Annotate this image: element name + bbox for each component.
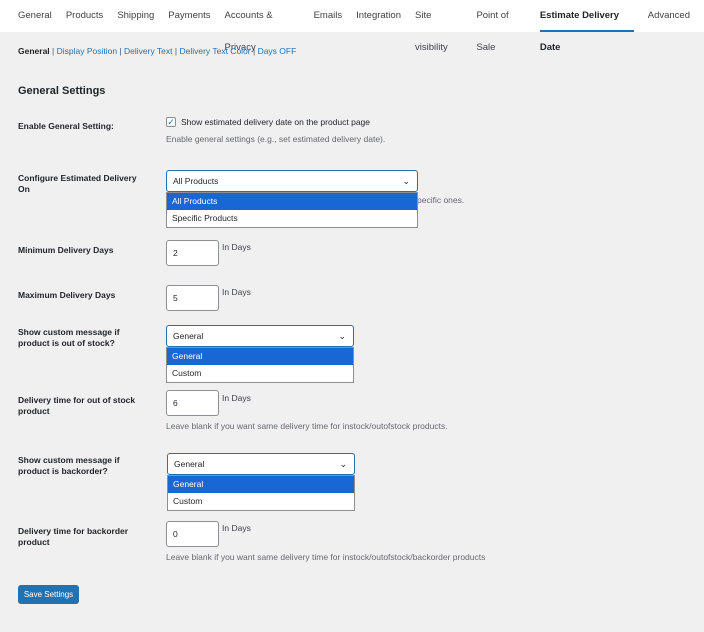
option-general[interactable]: General: [167, 348, 353, 365]
tab-emails[interactable]: Emails: [314, 0, 343, 32]
max-days-label: Maximum Delivery Days: [18, 290, 116, 300]
configure-value: All Products: [173, 176, 219, 186]
option-custom[interactable]: Custom: [168, 493, 354, 510]
min-days-input[interactable]: 2: [166, 240, 219, 266]
oos-time-label: Delivery time for out of stock product: [18, 395, 136, 416]
tab-shipping[interactable]: Shipping: [117, 0, 154, 32]
chevron-down-icon: ⌄: [338, 331, 346, 341]
subnav-delivery-text[interactable]: Delivery Text: [124, 46, 173, 56]
max-days-input[interactable]: 5: [166, 285, 219, 311]
bo-msg-select[interactable]: General ⌄: [167, 453, 355, 475]
bo-time-label: Delivery time for backorder product: [18, 526, 129, 547]
bo-time-unit: In Days: [222, 523, 251, 533]
subnav-display-position[interactable]: Display Position: [57, 46, 117, 56]
tab-site-visibility[interactable]: Site visibility: [415, 0, 462, 53]
option-general[interactable]: General: [168, 476, 354, 493]
sub-navigation: General | Display Position | Delivery Te…: [18, 46, 297, 56]
subnav-delivery-text-color[interactable]: Delivery Text Color: [179, 46, 250, 56]
oos-time-desc: Leave blank if you want same delivery ti…: [166, 421, 448, 431]
enable-checkbox-label: Show estimated delivery date on the prod…: [181, 117, 371, 127]
subnav-general: General: [18, 46, 50, 56]
oos-msg-options: General Custom: [166, 347, 354, 383]
tab-general[interactable]: General: [18, 0, 52, 32]
configure-label: Configure Estimated Delivery On: [18, 173, 137, 194]
save-settings-button[interactable]: Save Settings: [18, 585, 79, 604]
option-specific-products[interactable]: Specific Products: [167, 210, 417, 227]
bo-msg-options: General Custom: [167, 475, 355, 511]
subnav-days-off[interactable]: Days OFF: [258, 46, 297, 56]
enable-label: Enable General Setting:: [18, 121, 114, 131]
oos-time-input[interactable]: 6: [166, 390, 219, 416]
settings-tabs: General Products Shipping Payments Accou…: [0, 0, 704, 53]
option-all-products[interactable]: All Products: [167, 193, 417, 210]
min-days-unit: In Days: [222, 242, 251, 252]
oos-time-unit: In Days: [222, 393, 251, 403]
chevron-down-icon: ⌄: [339, 459, 347, 469]
tab-accounts-privacy[interactable]: Accounts & Privacy: [225, 0, 300, 53]
max-days-unit: In Days: [222, 287, 251, 297]
enable-desc: Enable general settings (e.g., set estim…: [166, 134, 386, 144]
enable-checkbox[interactable]: ✓: [166, 117, 176, 127]
tab-estimate-delivery-date[interactable]: Estimate Delivery Date: [539, 0, 634, 53]
oos-msg-select[interactable]: General ⌄: [166, 325, 354, 347]
configure-desc: pecific ones.: [417, 195, 465, 205]
checkmark-icon: ✓: [167, 117, 175, 127]
tab-products[interactable]: Products: [66, 0, 104, 32]
bo-time-input[interactable]: 0: [166, 521, 219, 547]
configure-options: All Products Specific Products: [166, 192, 418, 228]
tab-payments[interactable]: Payments: [168, 0, 210, 32]
tab-integration[interactable]: Integration: [356, 0, 401, 32]
min-days-label: Minimum Delivery Days: [18, 245, 114, 255]
option-custom[interactable]: Custom: [167, 365, 353, 382]
bo-msg-label: Show custom message if product is backor…: [18, 455, 120, 476]
bo-time-desc: Leave blank if you want same delivery ti…: [166, 552, 486, 562]
page-title: General Settings: [18, 85, 106, 97]
oos-msg-label: Show custom message if product is out of…: [18, 327, 120, 348]
configure-select[interactable]: All Products ⌄: [166, 170, 418, 192]
tab-advanced[interactable]: Advanced: [648, 0, 690, 32]
chevron-down-icon: ⌄: [402, 176, 410, 186]
bo-msg-value: General: [174, 459, 205, 469]
tab-point-of-sale[interactable]: Point of Sale: [476, 0, 525, 53]
oos-msg-value: General: [173, 331, 204, 341]
